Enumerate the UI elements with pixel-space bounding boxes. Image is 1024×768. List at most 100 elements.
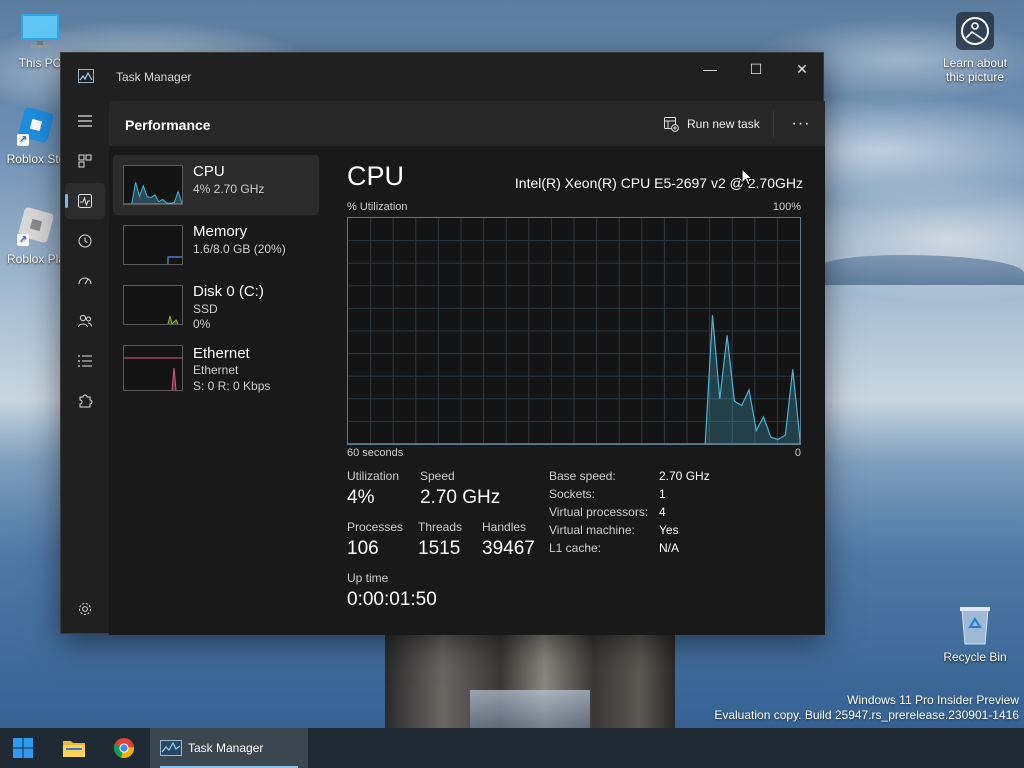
- close-icon: ✕: [796, 60, 808, 77]
- resource-detail: 1.6/8.0 GB (20%): [193, 242, 286, 256]
- uptime-label: Up time: [347, 571, 389, 585]
- resource-detail: SSD: [193, 302, 218, 316]
- hamburger-menu-button[interactable]: [65, 103, 105, 139]
- speed-label: Speed: [420, 469, 455, 483]
- folder-icon: [63, 741, 85, 757]
- performance-content: CPU 4% 2.70 GHz Memory 1.6/8.0 GB (20%) …: [109, 147, 825, 635]
- graph-zero-label: 0: [794, 447, 801, 459]
- page-header: Performance Run new task ···: [109, 101, 825, 147]
- resource-item-disk[interactable]: Disk 0 (C:) SSD 0%: [113, 275, 319, 335]
- nav-settings[interactable]: [65, 591, 105, 627]
- uptime-value: 0:00:01:50: [347, 589, 437, 610]
- spec-key: Base speed:: [549, 469, 616, 483]
- roblox-player-icon: ↗: [15, 206, 57, 248]
- learn-about-picture-icon: [954, 10, 996, 52]
- graph-max-label: 100%: [772, 201, 801, 213]
- desktop-icon-label: Learn about this picture: [942, 56, 1008, 84]
- resource-name: Disk 0 (C:): [193, 283, 264, 300]
- taskbar-task-manager[interactable]: Task Manager: [150, 728, 308, 768]
- gear-icon: [79, 603, 91, 615]
- hamburger-icon: [78, 115, 92, 127]
- resource-name: Memory: [193, 223, 248, 240]
- chrome-icon: [113, 738, 135, 758]
- resource-name: CPU: [193, 163, 225, 180]
- roblox-studio-icon: ↗: [15, 106, 57, 148]
- handles-label: Handles: [482, 520, 527, 534]
- shortcut-arrow-icon: ↗: [17, 234, 29, 246]
- resource-item-cpu[interactable]: CPU 4% 2.70 GHz: [113, 155, 319, 215]
- windows-watermark: Windows 11 Pro Insider Preview Evaluatio…: [714, 693, 1019, 723]
- spec-value: 2.70 GHz: [659, 469, 710, 483]
- disk-thumbnail-graph: [123, 285, 183, 325]
- recycle-bin-icon: [954, 604, 996, 646]
- task-manager-app-icon: [78, 69, 94, 83]
- desktop-icon-recycle-bin[interactable]: Recycle Bin: [935, 604, 1015, 664]
- desktop-icon-learn-about-picture[interactable]: Learn about this picture: [935, 10, 1015, 84]
- processes-label: Processes: [347, 520, 404, 534]
- spec-key: Virtual processors:: [549, 505, 649, 519]
- history-icon: [78, 234, 92, 248]
- cpu-detail-panel: CPU Intel(R) Xeon(R) CPU E5-2697 v2 @ 2.…: [347, 147, 817, 635]
- close-button[interactable]: ✕: [779, 53, 825, 85]
- graph-time-label: 60 seconds: [347, 447, 404, 459]
- resource-name: Ethernet: [193, 345, 250, 362]
- resource-detail: 4% 2.70 GHz: [193, 182, 265, 196]
- spec-value: N/A: [659, 541, 680, 555]
- processes-icon: [78, 154, 92, 168]
- more-icon: ···: [791, 115, 811, 132]
- cpu-model: Intel(R) Xeon(R) CPU E5-2697 v2 @ 2.70GH…: [514, 175, 803, 191]
- processes-value: 106: [347, 538, 379, 559]
- nav-details[interactable]: [65, 343, 105, 379]
- run-new-task-button[interactable]: Run new task: [663, 114, 760, 134]
- windows-logo-icon: [13, 738, 33, 758]
- maximize-icon: ☐: [749, 60, 763, 77]
- task-manager-icon: [160, 740, 182, 756]
- minimize-icon: —: [703, 61, 717, 77]
- cpu-thumbnail-graph: [123, 165, 183, 205]
- spec-value: Yes: [659, 523, 679, 537]
- memory-thumbnail-graph: [123, 225, 183, 265]
- spec-key: L1 cache:: [549, 541, 602, 555]
- speed-value: 2.70 GHz: [420, 487, 501, 508]
- cpu-utilization-graph: [347, 217, 801, 445]
- title-bar[interactable]: Task Manager — ☐ ✕: [61, 53, 823, 101]
- header-separator: [773, 111, 774, 137]
- resource-item-memory[interactable]: Memory 1.6/8.0 GB (20%): [113, 215, 319, 275]
- spec-value: 1: [659, 487, 666, 501]
- handles-value: 39467: [482, 538, 535, 559]
- users-icon: [78, 314, 92, 328]
- nav-app-history[interactable]: [65, 223, 105, 259]
- nav-performance[interactable]: [65, 183, 105, 219]
- nav-startup-apps[interactable]: [65, 263, 105, 299]
- taskbar: Task Manager: [0, 728, 1024, 768]
- minimize-button[interactable]: —: [687, 53, 733, 85]
- page-title: Performance: [125, 117, 211, 133]
- graph-y-label: % Utilization: [347, 201, 408, 213]
- spec-key: Sockets:: [549, 487, 596, 501]
- navigation-rail: [61, 101, 109, 635]
- spec-key: Virtual machine:: [549, 523, 635, 537]
- monitor-icon: [19, 10, 61, 52]
- nav-users[interactable]: [65, 303, 105, 339]
- spec-value: 4: [659, 505, 666, 519]
- threads-value: 1515: [418, 538, 461, 559]
- cpu-graph-svg: [348, 218, 801, 445]
- speedometer-icon: [78, 277, 92, 285]
- taskbar-app-label: Task Manager: [188, 741, 264, 755]
- details-list-icon: [78, 355, 92, 367]
- pier-plank: [470, 690, 590, 728]
- more-options-button[interactable]: ···: [787, 112, 815, 136]
- threads-label: Threads: [418, 520, 463, 534]
- chrome-button[interactable]: [104, 728, 144, 768]
- resource-detail: 0%: [193, 317, 211, 331]
- nav-services[interactable]: [65, 383, 105, 419]
- utilization-label: Utilization: [347, 469, 400, 483]
- maximize-button[interactable]: ☐: [733, 53, 779, 85]
- desktop-icon-label: Recycle Bin: [943, 650, 1007, 664]
- file-explorer-button[interactable]: [54, 728, 94, 768]
- watermark-line-2: Evaluation copy. Build 25947.rs_prerelea…: [714, 708, 1019, 722]
- watermark-line-1: Windows 11 Pro Insider Preview: [847, 693, 1019, 707]
- resource-item-ethernet[interactable]: Ethernet Ethernet S: 0 R: 0 Kbps: [113, 341, 319, 401]
- nav-processes[interactable]: [65, 143, 105, 179]
- start-button[interactable]: [0, 728, 46, 768]
